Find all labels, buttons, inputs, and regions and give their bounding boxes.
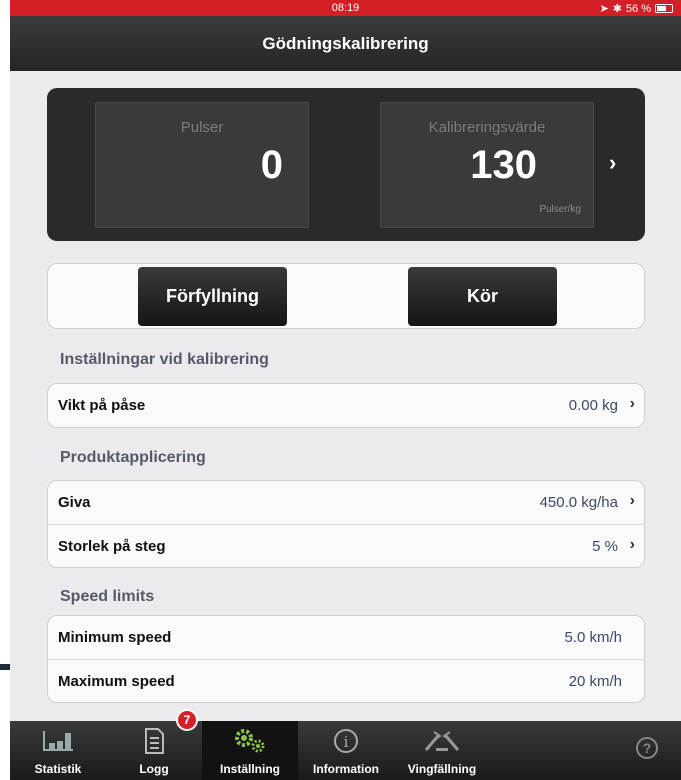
row-label: Maximum speed	[58, 673, 175, 690]
calibration-settings-card: Vikt på påse 0.00 kg ›	[47, 383, 645, 428]
status-bar: 08:19 ➤ ✱ 56 %	[10, 0, 681, 16]
row-value: 5.0 km/h	[564, 629, 622, 646]
tab-vingfallning[interactable]: Vingfällning	[394, 721, 490, 780]
info-icon: i	[298, 727, 394, 755]
row-rate[interactable]: Giva 450.0 kg/ha ›	[48, 481, 644, 524]
calibration-unit: Pulser/kg	[539, 204, 581, 215]
row-value: 20 km/h	[568, 673, 622, 690]
bar-chart-icon	[10, 727, 106, 755]
row-value: 450.0 kg/ha	[539, 494, 618, 511]
row-minimum-speed[interactable]: Minimum speed 5.0 km/h	[48, 616, 644, 659]
calibration-panel: Pulser 0 Kalibreringsvärde 130 Pulser/kg…	[47, 88, 645, 241]
prefill-button[interactable]: Förfyllning	[138, 267, 287, 326]
section-title-speed-limits: Speed limits	[60, 588, 155, 605]
pulser-tile: Pulser 0	[95, 102, 309, 228]
tab-bar: Statistik Logg Inställning i Information…	[10, 721, 681, 780]
row-label: Minimum speed	[58, 629, 172, 646]
tab-label: Statistik	[34, 762, 82, 776]
row-step-size[interactable]: Storlek på steg 5 % ›	[48, 524, 644, 567]
document-icon	[106, 727, 202, 755]
calibration-value: 130	[470, 143, 537, 187]
status-time: 08:19	[331, 2, 360, 14]
tab-label: Inställning	[220, 762, 280, 776]
pulser-label: Pulser	[180, 119, 224, 136]
battery-level: 56 %	[625, 2, 651, 15]
row-label: Storlek på steg	[58, 538, 166, 555]
app-frame: 08:19 ➤ ✱ 56 % Gödningskalibrering Pulse…	[10, 0, 681, 780]
location-arrow-icon: ➤	[599, 3, 609, 15]
calibration-value-tile[interactable]: Kalibreringsvärde 130 Pulser/kg	[380, 102, 594, 228]
pulser-value: 0	[260, 143, 283, 187]
gears-icon	[202, 727, 298, 755]
chevron-right-icon: ›	[629, 536, 635, 553]
wing-fold-icon	[394, 727, 490, 755]
svg-text:i: i	[344, 733, 349, 751]
battery-icon	[655, 4, 673, 13]
logg-badge: 7	[176, 709, 198, 731]
bluetooth-icon: ✱	[612, 3, 622, 15]
action-buttons-card: Förfyllning Kör	[47, 263, 645, 329]
page-title: Gödningskalibrering	[10, 16, 681, 71]
run-button[interactable]: Kör	[408, 267, 557, 326]
tab-statistik[interactable]: Statistik	[10, 721, 106, 780]
row-maximum-speed[interactable]: Maximum speed 20 km/h	[48, 659, 644, 702]
row-value: 0.00 kg	[568, 397, 618, 414]
status-indicators: ➤ ✱ 56 %	[599, 2, 673, 15]
speed-limits-card: Minimum speed 5.0 km/h Maximum speed 20 …	[47, 615, 645, 703]
chevron-right-icon: ›	[629, 492, 635, 509]
row-value: 5 %	[592, 538, 618, 555]
chevron-right-icon[interactable]: ›	[609, 150, 616, 176]
row-label: Vikt på påse	[58, 397, 146, 414]
row-label: Giva	[58, 494, 91, 511]
help-icon[interactable]: ?	[636, 737, 658, 759]
section-title-calibration-settings: Inställningar vid kalibrering	[60, 351, 269, 368]
tab-label: Vingfällning	[407, 762, 477, 776]
product-application-card: Giva 450.0 kg/ha › Storlek på steg 5 % ›	[47, 480, 645, 568]
tab-information[interactable]: i Information	[298, 721, 394, 780]
row-bag-weight[interactable]: Vikt på påse 0.00 kg ›	[48, 384, 644, 427]
tab-installning[interactable]: Inställning	[202, 721, 298, 780]
tab-label: Logg	[139, 762, 169, 776]
tab-label: Information	[313, 762, 379, 776]
chevron-right-icon: ›	[629, 395, 635, 412]
section-title-product-application: Produktapplicering	[60, 449, 206, 466]
calibration-value-label: Kalibreringsvärde	[428, 119, 546, 136]
